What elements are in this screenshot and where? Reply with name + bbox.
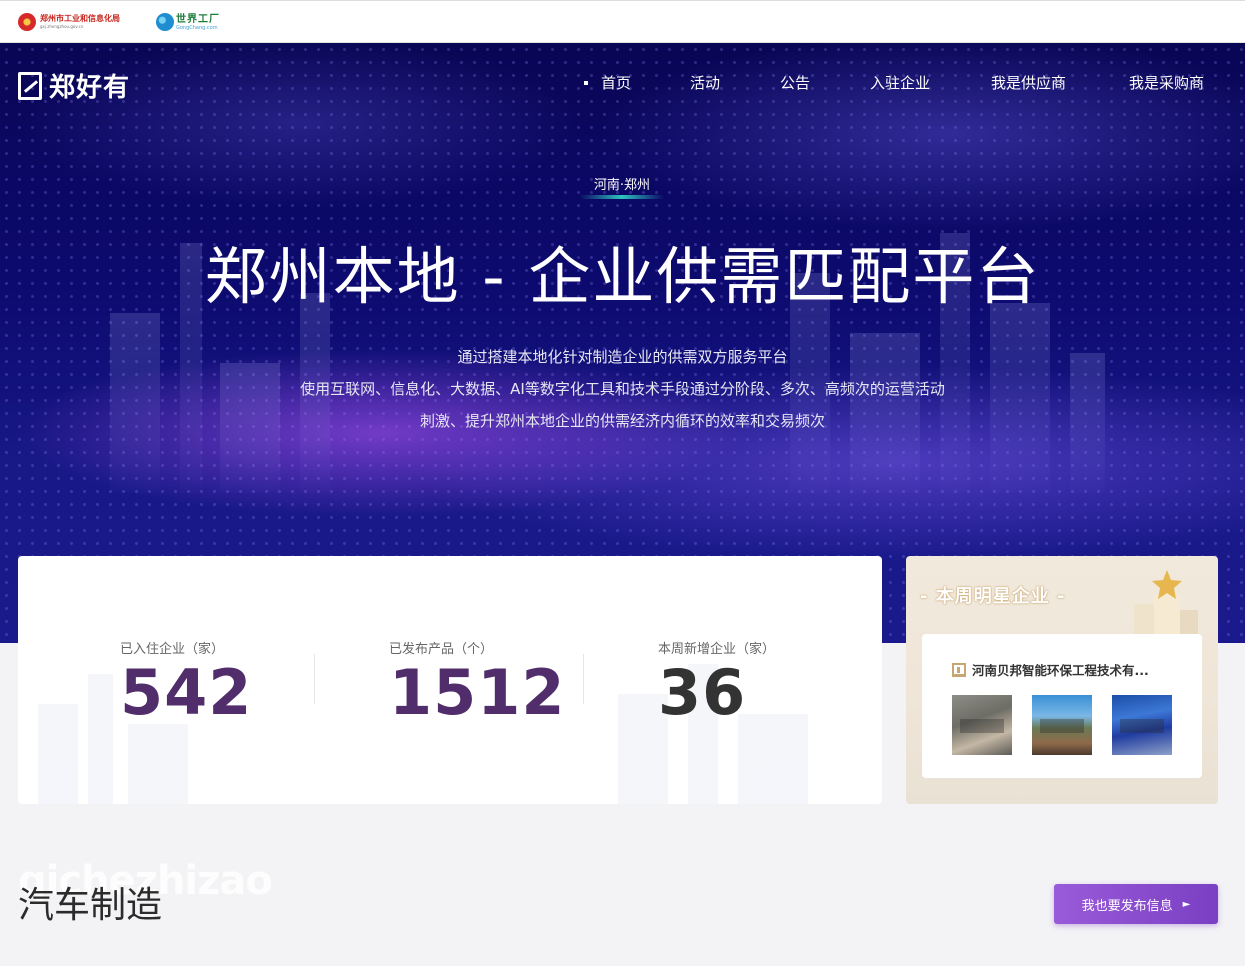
nav-announcements[interactable]: 公告	[780, 73, 810, 93]
main-nav: 首页 活动 公告 入驻企业 我是供应商 我是采购商	[0, 73, 1245, 97]
chevron-right-icon: ►	[1182, 898, 1191, 910]
nav-activities[interactable]: 活动	[690, 73, 720, 93]
gov-logo-name: 郑州市工业和信息化局	[40, 14, 120, 23]
company-name[interactable]: 河南贝邦智能环保工程技术有...	[972, 660, 1149, 679]
nav-supplier[interactable]: 我是供应商	[991, 73, 1066, 93]
nav-home[interactable]: 首页	[601, 73, 631, 93]
stat-label: 本周新增企业（家）	[658, 642, 776, 657]
hero-title: 郑州本地 - 企业供需匹配平台	[204, 240, 1041, 313]
publish-info-button[interactable]: 我也要发布信息 ►	[1054, 884, 1218, 924]
gov-emblem-icon	[18, 13, 36, 31]
stat-value: 36	[658, 656, 747, 729]
stat-divider	[314, 654, 315, 704]
stat-products: 已发布产品（个） 1512	[389, 638, 566, 725]
stat-new-enterprises: 本周新增企业（家） 36	[658, 638, 775, 725]
hero-desc-line: 刺激、提升郑州本地企业的供需经济内循环的效率和交易频次	[419, 412, 825, 430]
star-company-title: - 本周明星企业 -	[920, 586, 1066, 607]
hero-description: 通过搭建本地化针对制造企业的供需双方服务平台 使用互联网、信息化、大数据、AI等…	[0, 341, 1245, 437]
stat-divider	[583, 654, 584, 704]
publish-button-label: 我也要发布信息	[1081, 898, 1173, 914]
hero-banner: 郑好有 首页 活动 公告 入驻企业 我是供应商 我是采购商 河南·郑州 郑州本地…	[0, 43, 1245, 643]
hero-desc-line: 通过搭建本地化针对制造企业的供需双方服务平台	[457, 348, 788, 366]
star-company-card[interactable]: 河南贝邦智能环保工程技术有...	[922, 634, 1202, 778]
star-trophy-icon	[1134, 570, 1198, 634]
gov-logo-url: gxj.zhengzhou.gov.cn	[40, 24, 84, 29]
star-company-panel: - 本周明星企业 - 河南贝邦智能环保工程技术有...	[906, 556, 1218, 804]
product-image-1[interactable]	[952, 695, 1012, 755]
nav-enterprises[interactable]: 入驻企业	[870, 73, 930, 93]
product-image-3[interactable]	[1112, 695, 1172, 755]
section-title: 汽车制造	[18, 885, 163, 926]
stat-value: 542	[120, 656, 253, 729]
region-tag: 河南·郑州	[575, 174, 669, 199]
hero-desc-line: 使用互联网、信息化、大数据、AI等数字化工具和技术手段通过分阶段、多次、高频次的…	[300, 380, 945, 398]
partner-logo-link[interactable]: 世界工厂 GongChang.com	[156, 13, 220, 31]
gov-logo-link[interactable]: 郑州市工业和信息化局 gxj.zhengzhou.gov.cn	[18, 13, 120, 31]
building-icon	[952, 662, 966, 677]
company-row: 河南贝邦智能环保工程技术有...	[952, 660, 1149, 679]
nav-buyer[interactable]: 我是采购商	[1129, 73, 1204, 93]
top-logo-bar: 郑州市工业和信息化局 gxj.zhengzhou.gov.cn 世界工厂 Gon…	[0, 0, 1245, 43]
stat-enterprises: 已入住企业（家） 542	[120, 638, 252, 725]
globe-icon	[156, 13, 174, 31]
partner-logo-name: 世界工厂	[176, 13, 220, 25]
partner-logo-url: GongChang.com	[176, 24, 218, 31]
stat-label: 已发布产品（个）	[389, 642, 494, 657]
stat-value: 1512	[389, 656, 566, 729]
stat-label: 已入住企业（家）	[120, 642, 225, 657]
stats-card: 已入住企业（家） 542 已发布产品（个） 1512 本周新增企业（家） 36	[18, 556, 882, 804]
product-image-2[interactable]	[1032, 695, 1092, 755]
